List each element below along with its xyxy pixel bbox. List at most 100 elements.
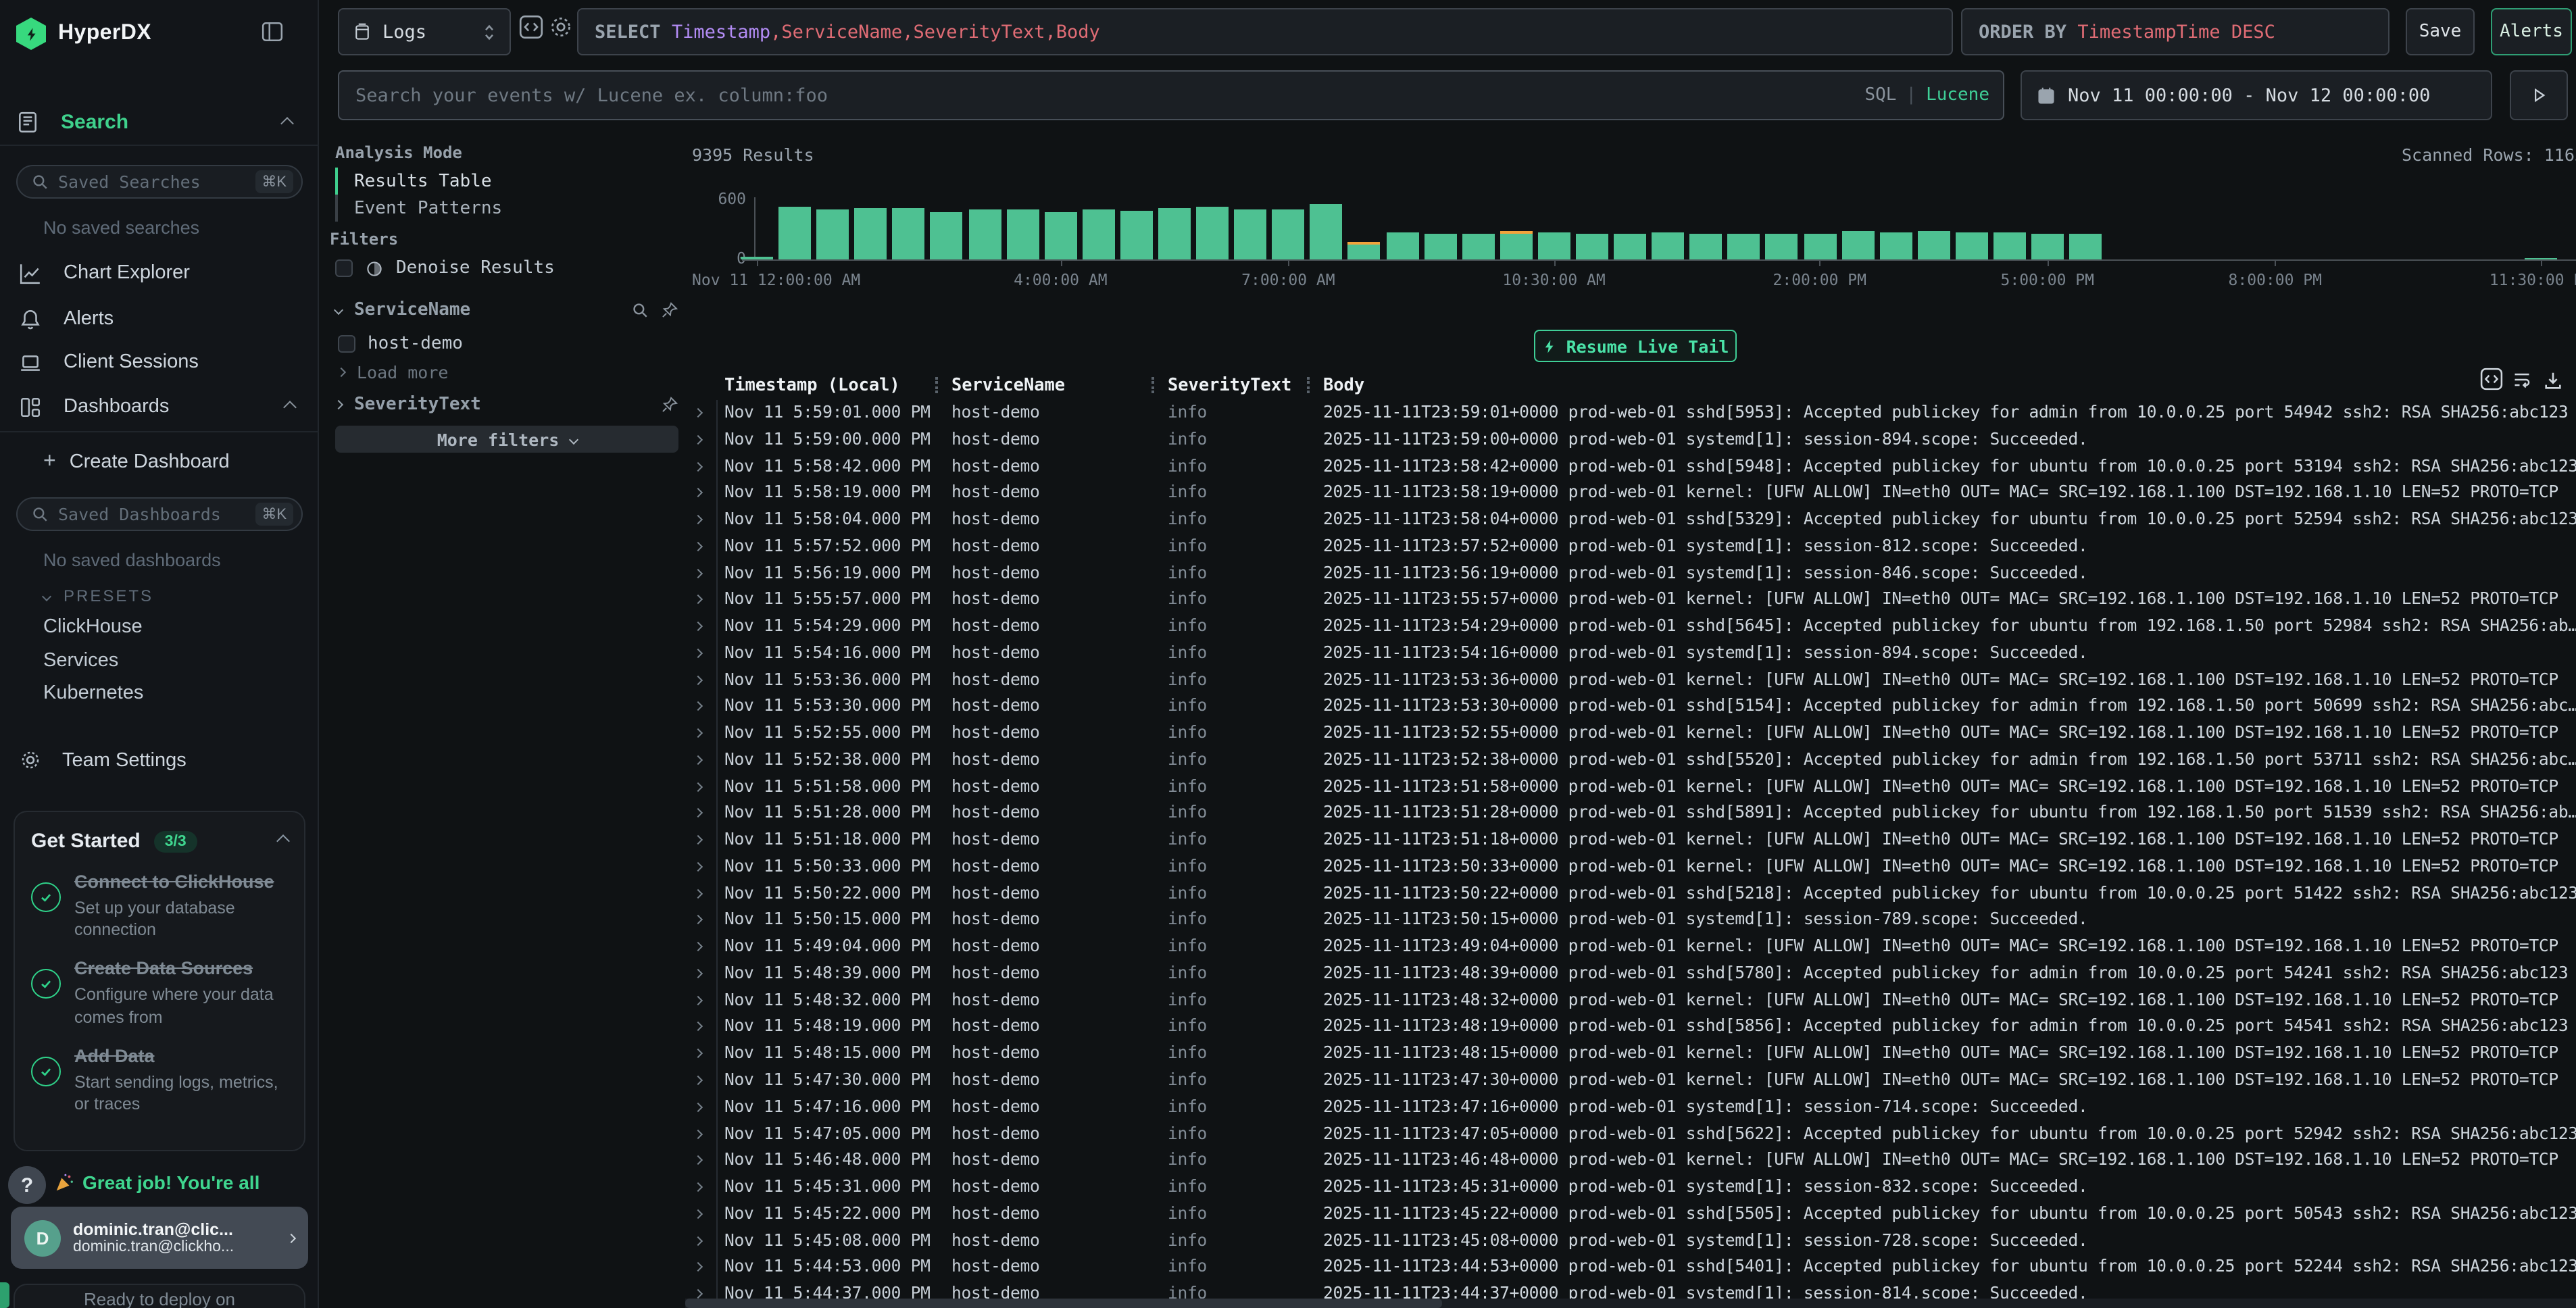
table-row[interactable]: Nov 11 5:50:15.000 PMhost-demoinfo2025-1… — [685, 907, 2576, 934]
chevron-up-icon[interactable] — [276, 834, 290, 848]
filter-group-severitytext[interactable]: SeverityText — [335, 395, 678, 415]
table-row[interactable]: Nov 11 5:54:16.000 PMhost-demoinfo2025-1… — [685, 640, 2576, 668]
source-select[interactable]: Logs — [338, 8, 511, 55]
get-started-item[interactable]: Create Data SourcesConfigure where your … — [31, 959, 288, 1028]
table-row[interactable]: Nov 11 5:56:19.000 PMhost-demoinfo2025-1… — [685, 560, 2576, 587]
table-row[interactable]: Nov 11 5:53:36.000 PMhost-demoinfo2025-1… — [685, 667, 2576, 694]
expand-row-icon[interactable] — [693, 809, 703, 818]
expand-row-icon[interactable] — [693, 434, 703, 444]
expand-row-icon[interactable] — [693, 1209, 703, 1219]
scrollbar-thumb[interactable] — [685, 1299, 1442, 1308]
table-row[interactable]: Nov 11 5:58:42.000 PMhost-demoinfo2025-1… — [685, 453, 2576, 480]
sidebar-collapse-icon[interactable] — [259, 20, 285, 43]
table-row[interactable]: Nov 11 5:59:00.000 PMhost-demoinfo2025-1… — [685, 427, 2576, 454]
col-header-timestamp[interactable]: Timestamp (Local) — [724, 374, 900, 395]
expand-row-icon[interactable] — [693, 942, 703, 951]
select-query-input[interactable]: SELECT Timestamp,ServiceName,SeverityTex… — [577, 8, 1953, 55]
expand-row-icon[interactable] — [693, 888, 703, 898]
expand-row-icon[interactable] — [693, 622, 703, 631]
saved-searches-search[interactable]: ⌘K — [16, 165, 303, 199]
expand-row-icon[interactable] — [693, 915, 703, 925]
col-header-servicename[interactable]: ServiceName — [951, 374, 1065, 395]
column-divider[interactable] — [935, 377, 938, 393]
deploy-banner[interactable]: Ready to deploy on — [14, 1284, 305, 1308]
expand-row-icon[interactable] — [693, 649, 703, 658]
host-demo-checkbox[interactable] — [338, 335, 355, 353]
table-row[interactable]: Nov 11 5:52:55.000 PMhost-demoinfo2025-1… — [685, 720, 2576, 747]
load-more-button[interactable]: Load more — [338, 362, 448, 382]
table-row[interactable]: Nov 11 5:47:30.000 PMhost-demoinfo2025-1… — [685, 1067, 2576, 1095]
expand-row-icon[interactable] — [693, 595, 703, 605]
analysis-mode-event-patterns[interactable]: Event Patterns — [335, 195, 578, 222]
table-row[interactable]: Nov 11 5:50:22.000 PMhost-demoinfo2025-1… — [685, 880, 2576, 907]
more-filters-button[interactable]: More filters — [335, 426, 678, 453]
expand-row-icon[interactable] — [693, 1129, 703, 1138]
filter-search-icon[interactable] — [631, 301, 649, 319]
wrap-text-icon[interactable] — [2511, 370, 2533, 389]
table-row[interactable]: Nov 11 5:54:29.000 PMhost-demoinfo2025-1… — [685, 613, 2576, 640]
expand-row-icon[interactable] — [693, 408, 703, 418]
expand-row-icon[interactable] — [693, 675, 703, 684]
expand-row-icon[interactable] — [693, 995, 703, 1005]
table-row[interactable]: Nov 11 5:44:53.000 PMhost-demoinfo2025-1… — [685, 1255, 2576, 1282]
lucene-mode-button[interactable]: Lucene — [1926, 85, 1989, 105]
sidebar-item-chart-explorer[interactable]: Chart Explorer — [0, 254, 319, 292]
saved-dashboards-input[interactable] — [58, 504, 255, 524]
expand-row-icon[interactable] — [693, 515, 703, 524]
preset-item-kubernetes[interactable]: Kubernetes — [43, 682, 143, 704]
table-row[interactable]: Nov 11 5:45:22.000 PMhost-demoinfo2025-1… — [685, 1201, 2576, 1228]
table-row[interactable]: Nov 11 5:55:57.000 PMhost-demoinfo2025-1… — [685, 587, 2576, 614]
user-menu[interactable]: D dominic.tran@clic... dominic.tran@clic… — [11, 1207, 308, 1269]
expand-row-icon[interactable] — [693, 488, 703, 497]
expand-row-icon[interactable] — [693, 1289, 703, 1299]
expand-row-icon[interactable] — [693, 835, 703, 845]
table-row[interactable]: Nov 11 5:53:30.000 PMhost-demoinfo2025-1… — [685, 694, 2576, 721]
column-divider[interactable] — [1151, 377, 1154, 393]
pin-icon[interactable] — [661, 301, 678, 319]
expand-row-icon[interactable] — [693, 461, 703, 471]
expand-row-icon[interactable] — [693, 728, 703, 738]
pin-icon[interactable] — [661, 396, 678, 413]
saved-searches-input[interactable] — [58, 172, 255, 192]
resume-live-tail-button[interactable]: Resume Live Tail — [1534, 330, 1737, 362]
column-divider[interactable] — [1307, 377, 1310, 393]
sql-mode-button[interactable]: SQL — [1864, 85, 1896, 105]
table-row[interactable]: Nov 11 5:48:19.000 PMhost-demoinfo2025-1… — [685, 1014, 2576, 1041]
expand-row-icon[interactable] — [693, 568, 703, 578]
table-row[interactable]: Nov 11 5:51:58.000 PMhost-demoinfo2025-1… — [685, 774, 2576, 801]
alerts-button[interactable]: Alerts — [2491, 8, 2572, 55]
table-row[interactable]: Nov 11 5:52:38.000 PMhost-demoinfo2025-1… — [685, 747, 2576, 774]
table-row[interactable]: Nov 11 5:58:04.000 PMhost-demoinfo2025-1… — [685, 507, 2576, 534]
sidebar-item-team-settings[interactable]: Team Settings — [19, 749, 187, 772]
table-row[interactable]: Nov 11 5:45:31.000 PMhost-demoinfo2025-1… — [685, 1174, 2576, 1201]
sidebar-item-client-sessions[interactable]: Client Sessions — [0, 343, 319, 381]
table-row[interactable]: Nov 11 5:51:18.000 PMhost-demoinfo2025-1… — [685, 827, 2576, 854]
table-row[interactable]: Nov 11 5:46:48.000 PMhost-demoinfo2025-1… — [685, 1148, 2576, 1175]
horizontal-scrollbar[interactable] — [685, 1299, 2576, 1308]
raw-view-icon[interactable] — [2480, 368, 2503, 391]
table-row[interactable]: Nov 11 5:47:16.000 PMhost-demoinfo2025-1… — [685, 1095, 2576, 1122]
col-header-body[interactable]: Body — [1323, 374, 1364, 395]
table-row[interactable]: Nov 11 5:47:05.000 PMhost-demoinfo2025-1… — [685, 1121, 2576, 1148]
expand-row-icon[interactable] — [693, 969, 703, 978]
expand-row-icon[interactable] — [693, 1155, 703, 1165]
analysis-mode-results-table[interactable]: Results Table — [335, 168, 578, 195]
expand-row-icon[interactable] — [693, 1049, 703, 1058]
code-view-icon[interactable] — [519, 15, 543, 39]
get-started-item[interactable]: Add DataStart sending logs, metrics, or … — [31, 1046, 288, 1115]
sidebar-item-dashboards[interactable]: Dashboards — [0, 388, 319, 426]
search-input[interactable] — [339, 72, 1853, 119]
expand-row-icon[interactable] — [693, 1182, 703, 1192]
table-row[interactable]: Nov 11 5:50:33.000 PMhost-demoinfo2025-1… — [685, 854, 2576, 881]
expand-row-icon[interactable] — [693, 782, 703, 791]
expand-row-icon[interactable] — [693, 1076, 703, 1085]
table-row[interactable]: Nov 11 5:51:28.000 PMhost-demoinfo2025-1… — [685, 801, 2576, 828]
order-by-input[interactable]: ORDER BY TimestampTime DESC — [1961, 8, 2389, 55]
help-button[interactable]: ? — [8, 1166, 46, 1204]
expand-row-icon[interactable] — [693, 1236, 703, 1245]
col-header-severitytext[interactable]: SeverityText — [1168, 374, 1291, 395]
table-row[interactable]: Nov 11 5:57:52.000 PMhost-demoinfo2025-1… — [685, 534, 2576, 561]
sidebar-item-alerts[interactable]: Alerts — [0, 300, 319, 338]
query-settings-gear-icon[interactable] — [549, 15, 573, 39]
table-row[interactable]: Nov 11 5:45:08.000 PMhost-demoinfo2025-1… — [685, 1228, 2576, 1255]
